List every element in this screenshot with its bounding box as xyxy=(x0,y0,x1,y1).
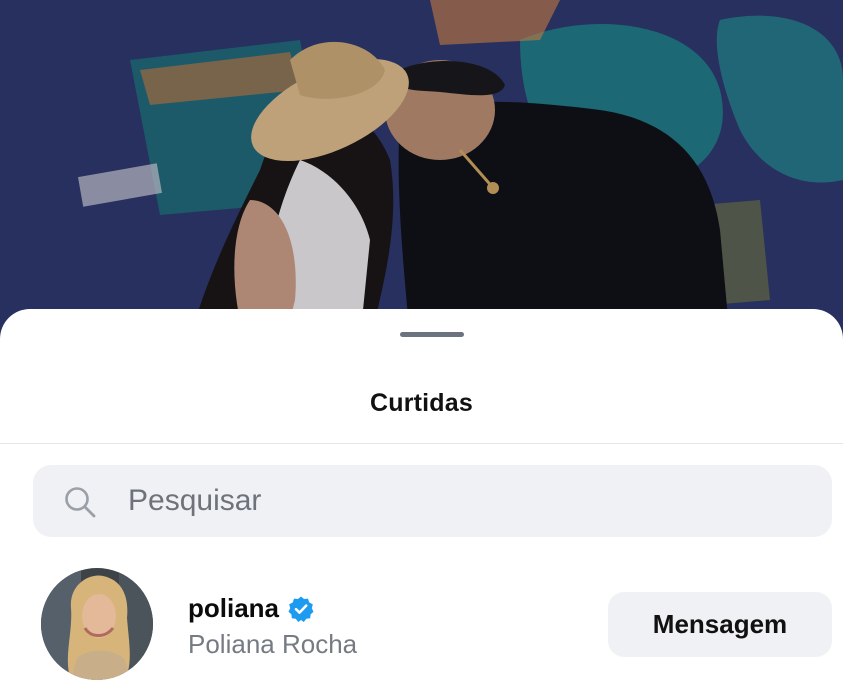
divider xyxy=(0,443,843,444)
post-photo xyxy=(0,0,843,340)
username[interactable]: poliana xyxy=(188,593,279,624)
message-button[interactable]: Mensagem xyxy=(608,592,832,657)
full-name: Poliana Rocha xyxy=(188,629,358,659)
search-bar[interactable] xyxy=(33,465,832,537)
sheet-drag-handle[interactable] xyxy=(400,332,464,337)
sheet-title: Curtidas xyxy=(369,389,473,417)
verified-badge-icon xyxy=(288,596,314,622)
search-icon xyxy=(65,487,96,518)
search-input[interactable] xyxy=(128,465,808,537)
list-item[interactable]: poliana Poliana Rocha Mensagem xyxy=(0,567,843,682)
likes-sheet: Curtidas poliana P xyxy=(0,309,843,694)
avatar[interactable] xyxy=(41,568,153,680)
